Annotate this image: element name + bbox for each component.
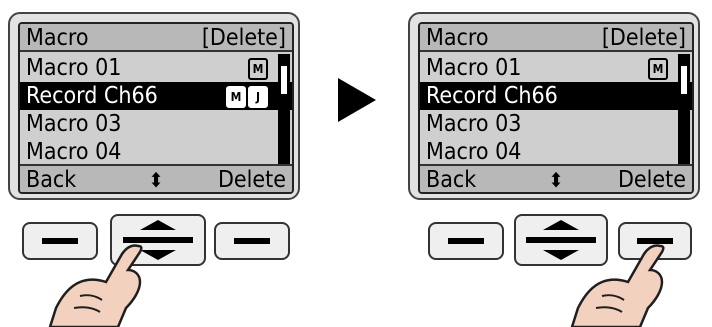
footer-right-label: Delete [217, 167, 286, 193]
macro-badge-icon: M [226, 86, 246, 108]
pointing-hand-icon [48, 244, 143, 327]
scrollbar[interactable] [678, 54, 690, 166]
list-item-selected[interactable]: Record Ch66 M J [20, 82, 292, 110]
screen-before: Macro [Delete] Macro 01 M Record Ch66 M … [18, 22, 294, 194]
list-item-label: Macro 04 [26, 139, 122, 165]
list-item[interactable]: Macro 04 [20, 138, 292, 166]
device-after: Macro [Delete] Macro 01 M Record Ch66 Ma… [408, 12, 700, 200]
up-arrow-icon [543, 220, 579, 230]
footer-right-label: Delete [617, 167, 686, 193]
list-item-label: Macro 04 [426, 139, 522, 165]
header-title: Macro [426, 25, 489, 51]
record-badge-icon: J [248, 86, 268, 108]
list-item[interactable]: Macro 03 [420, 110, 692, 138]
up-down-icon: ⬍ [148, 168, 164, 192]
header-bar: Macro [Delete] [20, 24, 292, 52]
up-down-icon: ⬍ [548, 168, 564, 192]
list-item-label: Macro 03 [426, 111, 522, 137]
list-item-label: Record Ch66 [26, 83, 158, 109]
macro-badge-icon: M [248, 58, 268, 80]
header-bar: Macro [Delete] [420, 24, 692, 52]
scroll-thumb[interactable] [281, 66, 287, 94]
footer-left-label: Back [426, 167, 477, 193]
scrollbar[interactable] [278, 54, 290, 166]
screen-after: Macro [Delete] Macro 01 M Record Ch66 Ma… [418, 22, 694, 194]
list-item-label: Macro 03 [26, 111, 122, 137]
list-item-selected[interactable]: Record Ch66 [420, 82, 692, 110]
footer-left-label: Back [26, 167, 77, 193]
header-action: [Delete] [601, 25, 686, 51]
macro-badge-icon: M [648, 58, 668, 80]
up-arrow-icon [140, 220, 176, 230]
left-softkey-button[interactable] [428, 222, 504, 260]
list-item-label: Macro 01 [426, 55, 522, 81]
list-item[interactable]: Macro 01 M [20, 54, 292, 82]
right-softkey-button[interactable] [214, 222, 290, 260]
list-item[interactable]: Macro 04 [420, 138, 692, 166]
header-title: Macro [26, 25, 89, 51]
list-item[interactable]: Macro 01 M [420, 54, 692, 82]
list-item-label: Record Ch66 [426, 83, 558, 109]
footer-bar: Back ⬍ Delete [20, 164, 292, 192]
list-item-label: Macro 01 [26, 55, 122, 81]
pointing-hand-icon [570, 244, 665, 327]
list-item[interactable]: Macro 03 [20, 110, 292, 138]
transition-arrow-icon [338, 78, 376, 122]
header-action: [Delete] [201, 25, 286, 51]
footer-bar: Back ⬍ Delete [420, 164, 692, 192]
scroll-thumb[interactable] [681, 66, 687, 94]
device-before: Macro [Delete] Macro 01 M Record Ch66 M … [8, 12, 300, 200]
